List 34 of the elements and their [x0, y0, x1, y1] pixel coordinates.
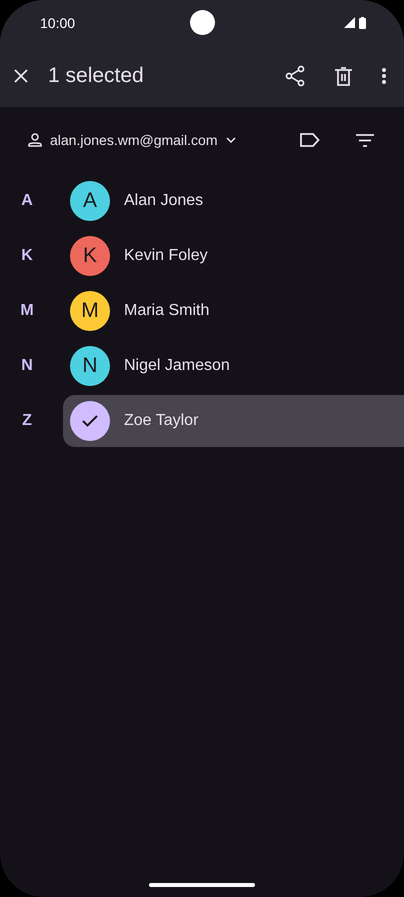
contact-name: Maria Smith: [124, 302, 210, 320]
contact-name: Alan Jones: [124, 192, 204, 210]
contact-item[interactable]: A Alan Jones: [63, 174, 404, 226]
contact-item[interactable]: K Kevin Foley: [63, 230, 404, 282]
contact-name: Nigel Jameson: [124, 356, 230, 374]
status-time: 10:00: [40, 14, 76, 30]
battery-icon: [359, 16, 366, 28]
avatar: M: [70, 290, 110, 330]
section-letter: K: [20, 246, 34, 264]
contact-name: Zoe Taylor: [124, 412, 198, 430]
close-icon: [14, 69, 28, 83]
label-icon: [300, 133, 320, 147]
share-icon: [285, 65, 305, 87]
section-letter: Z: [21, 412, 33, 430]
check-icon: [82, 414, 98, 426]
trash-icon: [335, 66, 352, 86]
signal-icon: [344, 17, 355, 28]
person-icon: [28, 133, 42, 147]
contact-item[interactable]: M Maria Smith: [63, 284, 404, 336]
contact-name: Kevin Foley: [124, 246, 208, 264]
more-icon: [382, 68, 386, 84]
avatar: K: [70, 236, 110, 276]
section-letter: M: [19, 302, 35, 320]
avatar: N: [70, 346, 110, 386]
avatar: A: [70, 180, 110, 220]
contact-item[interactable]: N Nigel Jameson: [63, 340, 404, 392]
account-selector[interactable]: alan.jones.wm@gmail.com: [24, 128, 240, 152]
contact-item[interactable]: Zoe Taylor: [63, 394, 404, 446]
selection-title: 1 selected: [48, 64, 145, 88]
chevron-down-icon: [226, 137, 236, 143]
filter-icon: [356, 134, 374, 146]
section-letter: N: [20, 356, 34, 374]
section-letter: A: [20, 192, 34, 210]
camera-hole: [190, 10, 215, 35]
